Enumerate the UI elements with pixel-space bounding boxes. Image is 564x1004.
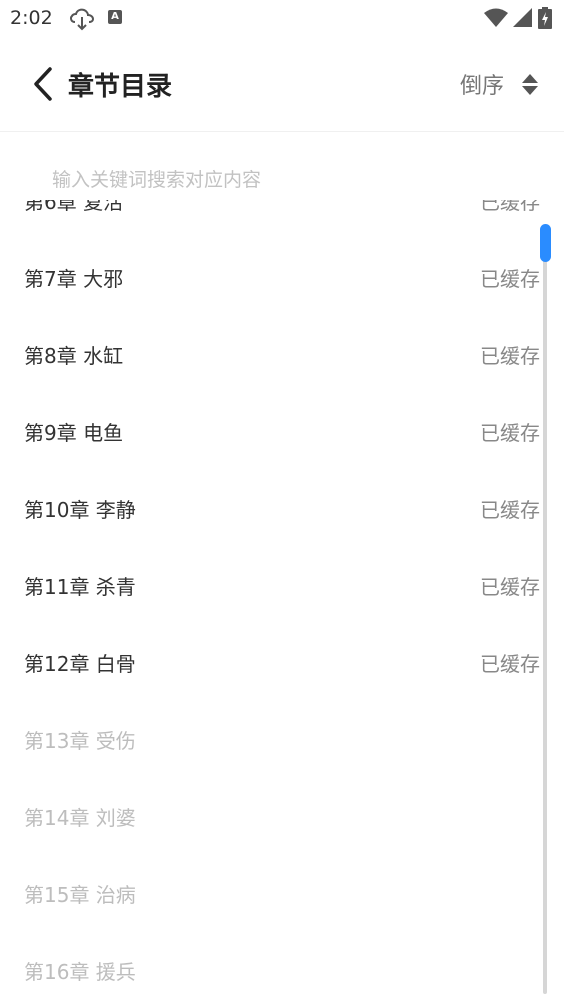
chapter-row[interactable]: 第16章 援兵 xyxy=(0,932,564,1004)
scrollbar-track[interactable] xyxy=(543,226,547,994)
chapter-title: 第6章 复活 xyxy=(24,200,124,214)
a-notification-icon: A xyxy=(108,10,122,24)
chapter-title: 第11章 杀青 xyxy=(24,575,136,599)
chapter-title: 第9章 电鱼 xyxy=(24,421,124,445)
sort-label: 倒序 xyxy=(459,74,504,99)
chapter-title: 第15章 治病 xyxy=(24,883,136,907)
chapter-row[interactable]: 第8章 水缸 已缓存 xyxy=(0,316,564,393)
chapter-cache-status: 已缓存 xyxy=(480,344,540,368)
sort-toggle-button[interactable]: 倒序 xyxy=(460,66,538,102)
search-input[interactable] xyxy=(52,169,512,191)
page-title: 章节目录 xyxy=(68,72,173,102)
chapter-row[interactable]: 第7章 大邪 已缓存 xyxy=(0,239,564,316)
chapter-cache-status: 已缓存 xyxy=(480,200,540,214)
chapter-row[interactable]: 第10章 李静 已缓存 xyxy=(0,470,564,547)
sort-updown-icon xyxy=(522,73,538,95)
status-bar: 2:02 A xyxy=(0,0,564,38)
back-button[interactable] xyxy=(28,66,58,102)
chapter-title: 第16章 援兵 xyxy=(24,960,136,984)
cloud-download-icon xyxy=(68,6,96,36)
chapter-list: 第6章 复活 已缓存 第7章 大邪 已缓存 第8章 水缸 已缓存 第9章 电鱼 … xyxy=(0,200,564,1004)
chapter-title: 第8章 水缸 xyxy=(24,344,124,368)
wifi-icon xyxy=(483,8,508,27)
chapter-title: 第10章 李静 xyxy=(24,498,136,522)
chapter-cache-status: 已缓存 xyxy=(480,267,540,291)
chapter-cache-status: 已缓存 xyxy=(480,421,540,445)
scrollbar-thumb[interactable] xyxy=(540,224,551,262)
battery-icon xyxy=(538,7,552,29)
status-time: 2:02 xyxy=(10,7,53,29)
chapter-row[interactable]: 第12章 白骨 已缓存 xyxy=(0,624,564,701)
chapter-title: 第14章 刘婆 xyxy=(24,806,136,830)
chapter-cache-status: 已缓存 xyxy=(480,575,540,599)
chapter-row[interactable]: 第13章 受伤 xyxy=(0,701,564,778)
status-right-icons xyxy=(483,7,552,29)
chapter-row[interactable]: 第6章 复活 已缓存 xyxy=(0,200,564,239)
signal-icon xyxy=(512,8,532,27)
chapter-row[interactable]: 第15章 治病 xyxy=(0,855,564,932)
chapter-cache-status: 已缓存 xyxy=(480,498,540,522)
chapter-cache-status: 已缓存 xyxy=(480,652,540,676)
chapter-row[interactable]: 第9章 电鱼 已缓存 xyxy=(0,393,564,470)
chapter-title: 第12章 白骨 xyxy=(24,652,136,676)
chapter-row[interactable]: 第14章 刘婆 xyxy=(0,778,564,855)
header: 章节目录 倒序 xyxy=(0,38,564,132)
chapter-title: 第7章 大邪 xyxy=(24,267,124,291)
chevron-left-icon xyxy=(34,67,52,101)
chapter-title: 第13章 受伤 xyxy=(24,729,136,753)
chapter-list-viewport[interactable]: 第6章 复活 已缓存 第7章 大邪 已缓存 第8章 水缸 已缓存 第9章 电鱼 … xyxy=(0,200,564,1004)
chapter-row[interactable]: 第11章 杀青 已缓存 xyxy=(0,547,564,624)
search-bar xyxy=(0,133,564,203)
